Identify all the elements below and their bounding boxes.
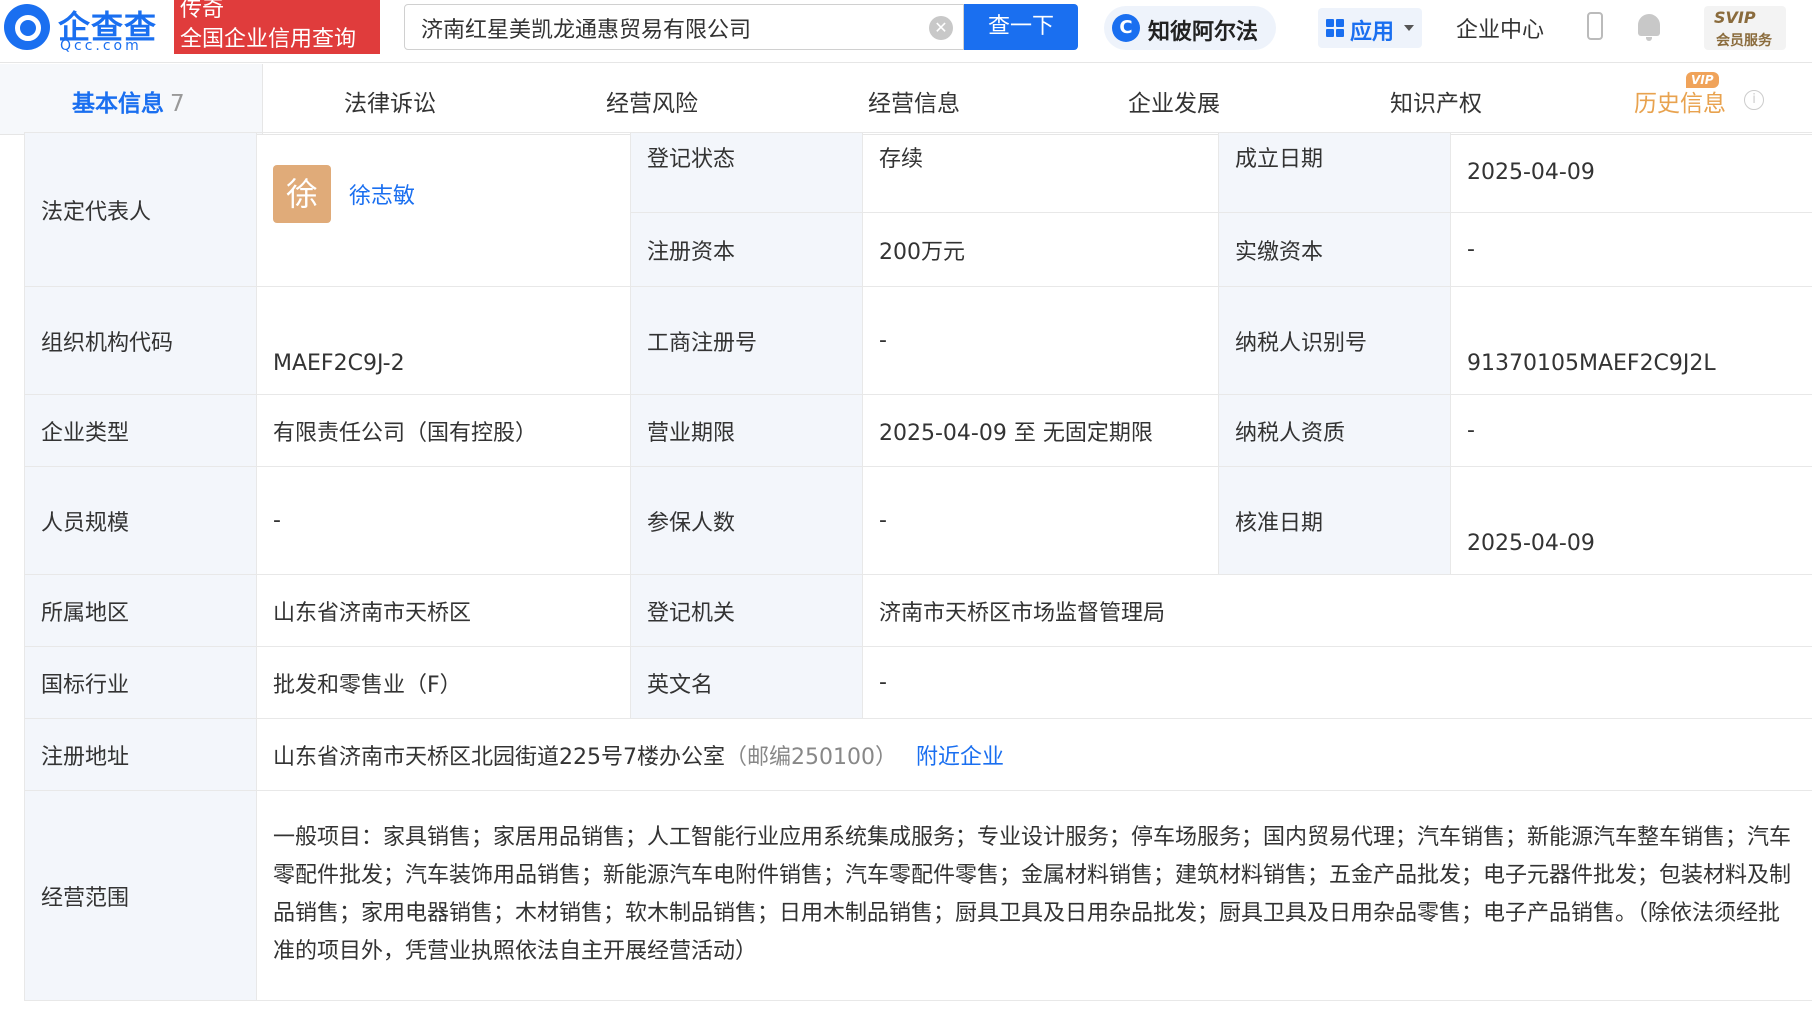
nearby-companies-link[interactable]: 附近企业 <box>916 745 1004 770</box>
logo-subtext: Qcc.com <box>60 38 142 54</box>
reg-status-value: 存续 <box>862 132 1219 213</box>
region-value: 山东省济南市天桥区 <box>256 574 631 647</box>
ai-assistant-label: 知彼阿尔法 <box>1148 20 1259 45</box>
chevron-down-icon <box>1404 25 1414 31</box>
promo-badge-line1: 传奇 <box>180 0 225 22</box>
insured-count-label: 参保人数 <box>630 466 863 575</box>
english-name-label: 英文名 <box>630 646 863 719</box>
staff-size-value: - <box>256 466 631 575</box>
info-icon[interactable]: i <box>1744 90 1764 110</box>
english-name-value: - <box>862 646 1812 719</box>
top-bar: 企查查 Qcc.com 传奇 全国企业信用查询 ✕ 查一下 C 知彼阿尔法 应用… <box>0 0 1812 63</box>
search-button[interactable]: 查一下 <box>964 4 1078 50</box>
tab-legal-litigation[interactable]: 法律诉讼 <box>344 84 436 118</box>
logo-mark-icon <box>4 4 50 50</box>
biz-term-value: 2025-04-09 至 无固定期限 <box>862 394 1219 467</box>
ai-assistant-button[interactable]: C 知彼阿尔法 <box>1104 6 1276 50</box>
approval-date-value: 2025-04-09 <box>1450 466 1812 575</box>
table-row: 经营范围 一般项目：家具销售；家居用品销售；人工智能行业应用系统集成服务；专业设… <box>24 790 1812 1001</box>
vip-badge: VIP <box>1686 72 1719 88</box>
tab-basic-info-label: 基本信息 <box>72 91 164 117</box>
tab-history[interactable]: 历史信息 <box>1634 84 1726 118</box>
enterprise-center-link[interactable]: 企业中心 <box>1456 12 1544 44</box>
promo-badge[interactable]: 传奇 全国企业信用查询 <box>174 0 380 54</box>
founded-value: 2025-04-09 <box>1450 132 1812 213</box>
reg-capital-value: 200万元 <box>862 212 1219 287</box>
tab-business-risk[interactable]: 经营风险 <box>606 84 698 118</box>
founded-label: 成立日期 <box>1218 132 1451 213</box>
svip-button[interactable]: SVIP 会员服务 <box>1704 6 1786 50</box>
table-row: 组织机构代码 MAEF2C9J-2 工商注册号 - 纳税人识别号 9137010… <box>24 286 1812 395</box>
company-type-label: 企业类型 <box>24 394 257 467</box>
tab-development[interactable]: 企业发展 <box>1128 84 1220 118</box>
approval-date-label: 核准日期 <box>1218 466 1451 575</box>
address-value: 山东省济南市天桥区北园街道225号7楼办公室 <box>273 744 725 770</box>
table-row: 法定代表人 徐徐志敏 登记状态 存续 成立日期 2025-04-09 <box>24 132 1812 287</box>
taxpayer-qual-value: - <box>1450 394 1812 467</box>
taxpayer-id-value: 91370105MAEF2C9J2L <box>1450 286 1812 395</box>
paid-capital-label: 实缴资本 <box>1218 212 1451 287</box>
biz-reg-no-value: - <box>862 286 1219 395</box>
taxpayer-id-label: 纳税人识别号 <box>1218 286 1451 395</box>
search-input[interactable] <box>419 11 913 45</box>
tab-basic-info[interactable]: 基本信息 7 <box>72 84 185 118</box>
section-tabs: 基本信息 7 法律诉讼 经营风险 经营信息 企业发展 知识产权 历史信息 VIP … <box>0 64 1812 135</box>
org-code-value: MAEF2C9J-2 <box>256 286 631 395</box>
svip-sublabel: 会员服务 <box>1716 33 1772 49</box>
legal-rep-avatar[interactable]: 徐 <box>273 165 331 223</box>
scope-label: 经营范围 <box>24 790 257 1001</box>
address-cell: 山东省济南市天桥区北园街道225号7楼办公室（邮编250100） 附近企业 <box>256 718 1812 791</box>
clear-icon[interactable]: ✕ <box>929 16 953 40</box>
table-row: 注册地址 山东省济南市天桥区北园街道225号7楼办公室（邮编250100） 附近… <box>24 718 1812 791</box>
staff-size-label: 人员规模 <box>24 466 257 575</box>
reg-authority-value: 济南市天桥区市场监督管理局 <box>862 574 1812 647</box>
tab-business-info[interactable]: 经营信息 <box>868 84 960 118</box>
org-code-label: 组织机构代码 <box>24 286 257 395</box>
reg-authority-label: 登记机关 <box>630 574 863 647</box>
biz-term-label: 营业期限 <box>630 394 863 467</box>
insured-count-value: - <box>862 466 1219 575</box>
industry-value: 批发和零售业（F） <box>256 646 631 719</box>
bell-icon[interactable] <box>1638 14 1660 41</box>
company-info-table: 法定代表人 徐徐志敏 登记状态 存续 成立日期 2025-04-09 注册资本 … <box>24 132 1812 1001</box>
svip-label: SVIP <box>1714 8 1756 27</box>
apps-menu-label: 应用 <box>1350 20 1395 45</box>
legal-rep-cell: 徐徐志敏 <box>256 132 631 287</box>
industry-label: 国标行业 <box>24 646 257 719</box>
postcode-value: （邮编250100） <box>725 744 897 770</box>
mobile-phone-icon[interactable] <box>1587 12 1603 40</box>
promo-badge-line2: 全国企业信用查询 <box>180 27 357 52</box>
table-row: 人员规模 - 参保人数 - 核准日期 2025-04-09 <box>24 466 1812 575</box>
paid-capital-value: - <box>1450 212 1812 287</box>
tab-ip[interactable]: 知识产权 <box>1390 84 1482 118</box>
legal-rep-label: 法定代表人 <box>24 132 257 287</box>
qcc-logo[interactable]: 企查查 Qcc.com <box>0 0 172 56</box>
reg-capital-label: 注册资本 <box>630 212 863 287</box>
apps-menu-button[interactable]: 应用 <box>1318 8 1422 48</box>
table-row: 国标行业 批发和零售业（F） 英文名 - <box>24 646 1812 719</box>
scope-value: 一般项目：家具销售；家居用品销售；人工智能行业应用系统集成服务；专业设计服务；停… <box>256 790 1812 1001</box>
search-box: ✕ <box>404 4 964 50</box>
reg-status-label: 登记状态 <box>630 132 863 213</box>
apps-grid-icon <box>1326 19 1344 37</box>
address-label: 注册地址 <box>24 718 257 791</box>
tab-basic-info-count: 7 <box>170 91 185 117</box>
taxpayer-qual-label: 纳税人资质 <box>1218 394 1451 467</box>
table-row: 所属地区 山东省济南市天桥区 登记机关 济南市天桥区市场监督管理局 <box>24 574 1812 647</box>
region-label: 所属地区 <box>24 574 257 647</box>
biz-reg-no-label: 工商注册号 <box>630 286 863 395</box>
ai-logo-icon: C <box>1112 14 1140 42</box>
table-row: 企业类型 有限责任公司（国有控股） 营业期限 2025-04-09 至 无固定期… <box>24 394 1812 467</box>
company-type-value: 有限责任公司（国有控股） <box>256 394 631 467</box>
legal-rep-name-link[interactable]: 徐志敏 <box>349 184 415 209</box>
